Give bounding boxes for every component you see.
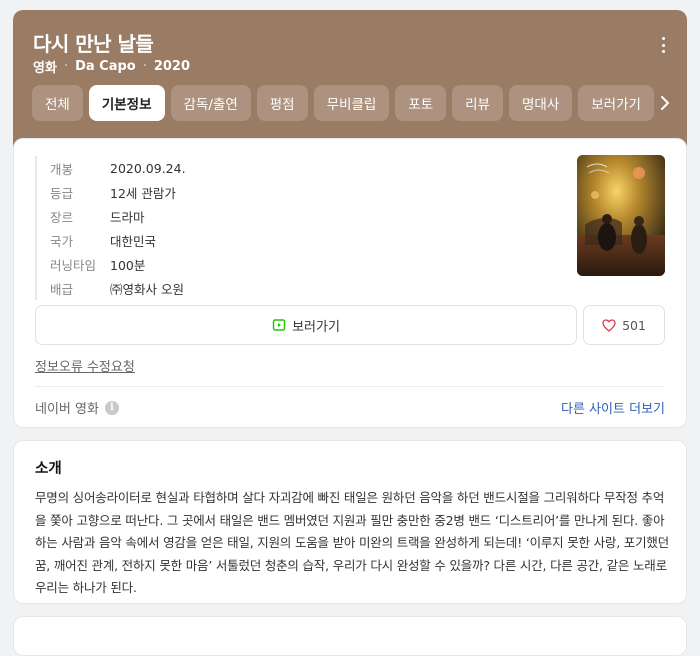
info-list: 개봉 2020.09.24. 등급 12세 관람가 장르 드라마 국가 대한민국… bbox=[35, 156, 186, 300]
source-label: 네이버 영화 i bbox=[35, 398, 119, 417]
tab-photos[interactable]: 포토 bbox=[395, 85, 447, 121]
info-value: 드라마 bbox=[110, 209, 145, 225]
info-value: 대한민국 bbox=[110, 233, 157, 249]
info-key: 개봉 bbox=[50, 161, 74, 177]
like-button[interactable]: 501 bbox=[583, 305, 665, 345]
info-row-genre: 장르 드라마 bbox=[50, 204, 186, 228]
divider bbox=[35, 386, 665, 387]
info-row-runtime: 러닝타임 100분 bbox=[50, 252, 186, 276]
like-count: 501 bbox=[622, 317, 646, 333]
meta-type: 영화 bbox=[33, 61, 57, 76]
tab-quotes[interactable]: 명대사 bbox=[508, 85, 573, 121]
source-text: 네이버 영화 bbox=[35, 402, 99, 417]
chevron-right-icon[interactable] bbox=[657, 94, 673, 112]
info-key: 러닝타임 bbox=[50, 257, 97, 273]
info-key: 장르 bbox=[50, 209, 74, 225]
movie-title: 다시 만난 날들 bbox=[33, 32, 154, 56]
meta-separator: · bbox=[142, 59, 147, 74]
meta-original-title: Da Capo bbox=[75, 59, 136, 74]
more-vertical-icon[interactable] bbox=[655, 36, 671, 54]
info-icon[interactable]: i bbox=[104, 400, 119, 415]
movie-meta: 영화 · Da Capo · 2020 bbox=[33, 57, 190, 76]
meta-year: 2020 bbox=[153, 59, 191, 74]
intro-card: 소개 무명의 싱어송라이터로 현실과 타협하며 살다 자괴감에 빠진 태일은 원… bbox=[13, 440, 687, 604]
info-key: 국가 bbox=[50, 233, 74, 249]
movie-poster[interactable] bbox=[577, 155, 665, 276]
info-row-rating: 등급 12세 관람가 bbox=[50, 180, 186, 204]
basic-info-card: 개봉 2020.09.24. 등급 12세 관람가 장르 드라마 국가 대한민국… bbox=[13, 138, 687, 428]
info-key: 배급 bbox=[50, 281, 74, 297]
tab-basic-info[interactable]: 기본정보 bbox=[88, 85, 165, 121]
info-row-release: 개봉 2020.09.24. bbox=[50, 156, 186, 180]
heart-icon bbox=[602, 318, 616, 332]
other-sites-link[interactable]: 다른 사이트 더보기 bbox=[561, 398, 665, 417]
tab-rating[interactable]: 평점 bbox=[256, 85, 308, 121]
watch-button-label: 보러가기 bbox=[292, 319, 340, 335]
play-screen-icon bbox=[272, 318, 286, 332]
tab-bar: 전체 기본정보 감독/출연 평점 무비클립 포토 리뷰 명대사 보러가기 bbox=[32, 85, 654, 121]
tab-reviews[interactable]: 리뷰 bbox=[452, 85, 503, 121]
info-row-country: 국가 대한민국 bbox=[50, 228, 186, 252]
report-error-link[interactable]: 정보오류 수정요청 bbox=[35, 356, 135, 375]
intro-heading: 소개 bbox=[35, 461, 62, 477]
next-card bbox=[13, 616, 687, 656]
watch-button[interactable]: 보러가기 bbox=[35, 305, 577, 345]
tab-watch[interactable]: 보러가기 bbox=[578, 85, 654, 121]
tab-all[interactable]: 전체 bbox=[32, 85, 83, 121]
tab-cast[interactable]: 감독/출연 bbox=[170, 85, 251, 121]
info-value: 2020.09.24. bbox=[110, 160, 186, 176]
intro-text: 무명의 싱어송라이터로 현실과 타협하며 살다 자괴감에 빠진 태일은 원하던 … bbox=[35, 490, 669, 595]
meta-separator: · bbox=[63, 59, 69, 74]
tab-movie-clips[interactable]: 무비클립 bbox=[313, 85, 390, 121]
info-value: ㈜영화사 오원 bbox=[110, 281, 184, 297]
info-key: 등급 bbox=[50, 185, 74, 201]
info-value: 12세 관람가 bbox=[110, 185, 176, 201]
info-value: 100분 bbox=[110, 257, 146, 273]
info-row-distributor: 배급 ㈜영화사 오원 bbox=[50, 276, 186, 300]
